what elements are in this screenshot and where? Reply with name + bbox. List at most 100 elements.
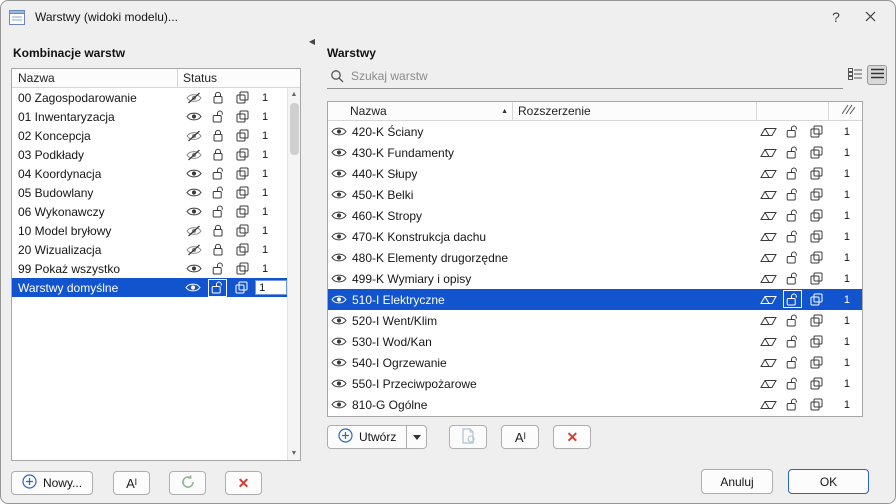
new-combination-button[interactable]: Nowy...: [11, 471, 93, 495]
layers-icon[interactable]: [804, 163, 828, 184]
visibility-icon[interactable]: [182, 183, 206, 202]
layers-icon[interactable]: [804, 205, 828, 226]
column-header-extension[interactable]: Rozszerzenie: [512, 102, 756, 120]
cancel-button[interactable]: Anuluj: [701, 469, 773, 494]
unlock-icon[interactable]: [206, 202, 230, 221]
search-input[interactable]: [351, 66, 835, 86]
titlebar[interactable]: Warstwy (widoki modelu)... ?: [1, 1, 895, 33]
unlock-icon[interactable]: [780, 226, 804, 247]
lock-icon[interactable]: [206, 221, 230, 240]
delete-layer-button[interactable]: ✕: [553, 425, 591, 449]
visibility-icon[interactable]: [182, 202, 206, 221]
visibility-icon[interactable]: [328, 168, 350, 179]
detail-view-toggle[interactable]: [845, 65, 865, 85]
layers-icon[interactable]: [230, 145, 254, 164]
unlock-icon[interactable]: [780, 289, 804, 310]
unlock-icon[interactable]: [780, 310, 804, 331]
unlock-icon[interactable]: [780, 394, 804, 415]
create-layer-dropdown[interactable]: [407, 425, 427, 449]
scroll-down-icon[interactable]: ▼: [288, 447, 301, 460]
wireframe-icon[interactable]: [756, 352, 780, 373]
combination-count-field[interactable]: 1: [255, 280, 287, 295]
layers-icon[interactable]: [230, 88, 254, 107]
unlock-icon[interactable]: [206, 164, 230, 183]
layer-row[interactable]: 450-K Belki1: [328, 184, 862, 205]
wireframe-icon[interactable]: [756, 373, 780, 394]
close-button[interactable]: [853, 3, 887, 31]
unlock-icon[interactable]: [780, 331, 804, 352]
wireframe-icon[interactable]: [756, 247, 780, 268]
layer-row[interactable]: 550-I Przeciwpożarowe1: [328, 373, 862, 394]
wireframe-icon[interactable]: [756, 142, 780, 163]
delete-combination-button[interactable]: ✕: [225, 471, 262, 495]
unlock-icon[interactable]: [780, 142, 804, 163]
unlock-icon[interactable]: [205, 278, 229, 297]
lock-icon[interactable]: [206, 88, 230, 107]
layers-icon[interactable]: [804, 289, 828, 310]
layer-combination-row[interactable]: 01 Inwentaryzacja1: [12, 107, 287, 126]
visibility-icon[interactable]: [328, 273, 350, 284]
layers-icon[interactable]: [804, 226, 828, 247]
unlock-icon[interactable]: [780, 373, 804, 394]
visibility-icon[interactable]: [328, 399, 350, 410]
layers-icon[interactable]: [230, 221, 254, 240]
visibility-icon[interactable]: [181, 278, 205, 297]
refresh-combination-button[interactable]: [169, 471, 206, 495]
layers-icon[interactable]: [230, 183, 254, 202]
rename-layer-button[interactable]: Aᴵ: [501, 425, 539, 449]
layers-icon[interactable]: [804, 184, 828, 205]
rename-combination-button[interactable]: Aᴵ: [113, 471, 150, 495]
wireframe-icon[interactable]: [756, 331, 780, 352]
layer-combination-row[interactable]: 99 Pokaż wszystko1: [12, 259, 287, 278]
layer-combination-row[interactable]: 04 Koordynacja1: [12, 164, 287, 183]
visibility-icon[interactable]: [328, 126, 350, 137]
unlock-icon[interactable]: [206, 259, 230, 278]
visibility-off-icon[interactable]: [182, 126, 206, 145]
layers-icon[interactable]: [804, 394, 828, 415]
visibility-off-icon[interactable]: [182, 240, 206, 259]
layers-icon[interactable]: [804, 310, 828, 331]
unlock-icon[interactable]: [780, 247, 804, 268]
unlock-icon[interactable]: [206, 107, 230, 126]
layer-row[interactable]: 440-K Słupy1: [328, 163, 862, 184]
layer-row[interactable]: 470-K Konstrukcja dachu1: [328, 226, 862, 247]
visibility-icon[interactable]: [328, 315, 350, 326]
layer-combination-row[interactable]: 20 Wizualizacja1: [12, 240, 287, 259]
column-header-status[interactable]: Status: [177, 69, 300, 87]
wireframe-icon[interactable]: [756, 394, 780, 415]
wireframe-icon[interactable]: [756, 205, 780, 226]
lock-icon[interactable]: [206, 126, 230, 145]
unlock-icon[interactable]: [780, 121, 804, 142]
layers-icon[interactable]: [230, 259, 254, 278]
list-view-toggle[interactable]: [867, 65, 887, 85]
visibility-icon[interactable]: [328, 357, 350, 368]
visibility-off-icon[interactable]: [182, 88, 206, 107]
layer-combination-row[interactable]: 02 Koncepcja1: [12, 126, 287, 145]
create-layer-button[interactable]: Utwórz: [327, 425, 407, 449]
wireframe-icon[interactable]: [756, 184, 780, 205]
layers-icon[interactable]: [804, 373, 828, 394]
help-button[interactable]: ?: [819, 3, 853, 31]
layers-icon[interactable]: [230, 164, 254, 183]
layer-row[interactable]: 460-K Stropy1: [328, 205, 862, 226]
column-header-layer-name[interactable]: Nazwa ▲: [350, 104, 512, 118]
layers-icon[interactable]: [804, 352, 828, 373]
layer-combination-row[interactable]: 06 Wykonawczy1: [12, 202, 287, 221]
visibility-icon[interactable]: [328, 294, 350, 305]
wireframe-icon[interactable]: [756, 121, 780, 142]
layers-icon[interactable]: [804, 331, 828, 352]
layer-row[interactable]: 480-K Elementy drugorzędne1: [328, 247, 862, 268]
lock-icon[interactable]: [206, 240, 230, 259]
layers-icon[interactable]: [804, 142, 828, 163]
unlock-icon[interactable]: [780, 352, 804, 373]
layers-icon[interactable]: [230, 107, 254, 126]
layers-icon[interactable]: [804, 121, 828, 142]
visibility-icon[interactable]: [182, 259, 206, 278]
unlock-icon[interactable]: [780, 184, 804, 205]
ok-button[interactable]: OK: [788, 469, 869, 494]
layers-icon[interactable]: [230, 126, 254, 145]
layer-row[interactable]: 430-K Fundamenty1: [328, 142, 862, 163]
unlock-icon[interactable]: [780, 205, 804, 226]
scroll-thumb[interactable]: [290, 103, 299, 155]
visibility-icon[interactable]: [328, 147, 350, 158]
